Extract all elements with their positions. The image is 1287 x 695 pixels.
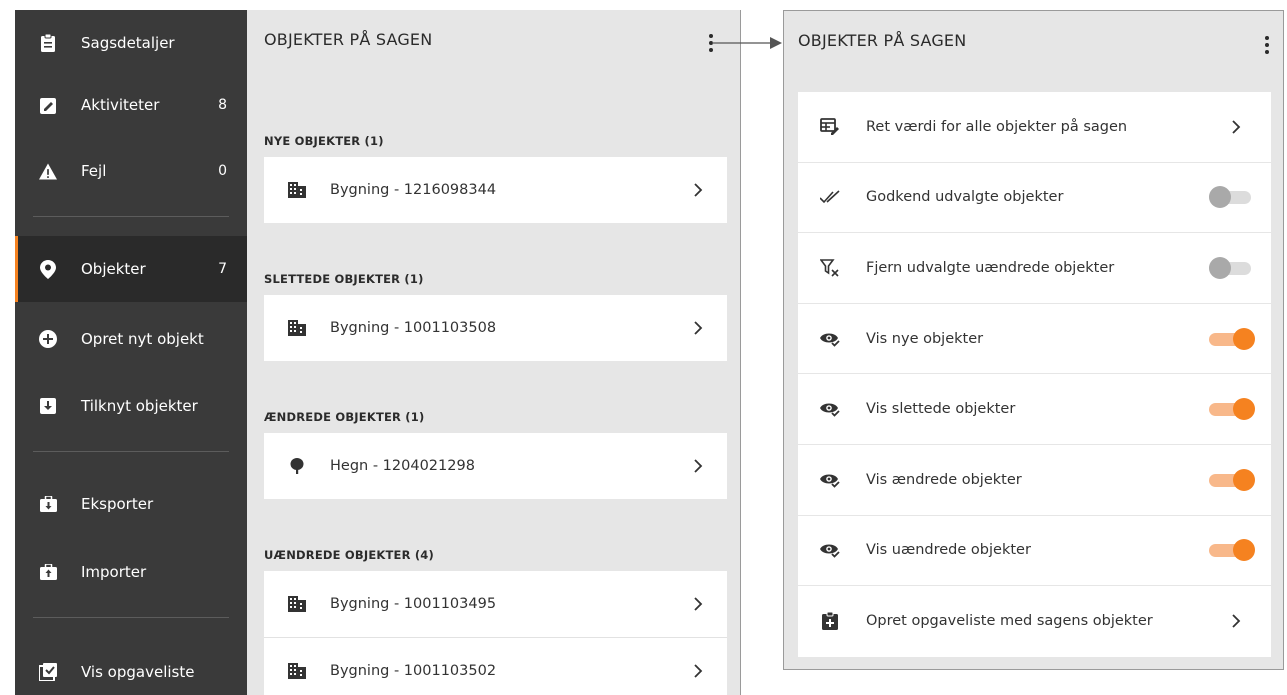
chevron-right-icon (694, 321, 703, 335)
menu-item-label: Vis nye objekter (866, 330, 984, 347)
eye-check-icon (820, 329, 840, 349)
menu-item-label: Vis slettede objekter (866, 401, 1016, 418)
edit-icon (39, 96, 57, 114)
eye-check-icon (820, 540, 840, 560)
object-item[interactable]: Bygning - 1001103495 (264, 571, 727, 637)
sidebar-item-vis-opgaveliste[interactable]: Vis opgaveliste (15, 639, 247, 695)
object-count: 7 (218, 261, 227, 277)
options-menu: Ret værdi for alle objekter på sagen God… (798, 92, 1271, 657)
filter-remove-icon (820, 258, 840, 278)
building-icon (288, 595, 306, 613)
import-briefcase-icon (39, 563, 57, 581)
menu-item-remove-unchanged[interactable]: Fjern udvalgte uændrede objekter (798, 233, 1271, 304)
sidebar-divider (33, 451, 229, 452)
chevron-right-icon (694, 597, 703, 611)
object-label: Hegn - 1204021298 (330, 458, 475, 474)
sidebar-item-label: Aktiviteter (81, 96, 160, 114)
download-box-icon (39, 397, 57, 415)
menu-item-show-unchanged[interactable]: Vis uændrede objekter (798, 516, 1271, 587)
menu-item-show-new[interactable]: Vis nye objekter (798, 304, 1271, 375)
sidebar-item-objekter[interactable]: Objekter 7 (15, 236, 247, 302)
error-count: 0 (218, 163, 227, 179)
menu-item-create-task-list[interactable]: Opret opgaveliste med sagens objekter (798, 586, 1271, 657)
toggle-approve-selected[interactable] (1209, 186, 1255, 209)
menu-item-label: Opret opgaveliste med sagens objekter (866, 613, 1153, 630)
object-label: Bygning - 1001103508 (330, 320, 497, 336)
sidebar-item-tilknyt-objekter[interactable]: Tilknyt objekter (15, 373, 247, 439)
more-options-icon[interactable] (1261, 35, 1273, 55)
menu-item-label: Ret værdi for alle objekter på sagen (866, 118, 1128, 135)
object-item[interactable]: Bygning - 1216098344 (264, 157, 727, 223)
toggle-show-deleted[interactable] (1209, 398, 1255, 421)
double-check-icon (820, 187, 840, 207)
tree-icon (288, 457, 306, 475)
options-panel: OBJEKTER PÅ SAGEN Ret værdi for alle obj… (783, 10, 1284, 670)
sidebar-item-label: Eksporter (81, 495, 154, 513)
menu-item-label: Godkend udvalgte objekter (866, 189, 1064, 206)
object-item[interactable]: Hegn - 1204021298 (264, 433, 727, 499)
sidebar: Sagsdetaljer Aktiviteter 8 Fejl 0 Objekt… (15, 10, 247, 695)
menu-item-show-deleted[interactable]: Vis slettede objekter (798, 374, 1271, 445)
clipboard-icon (39, 34, 57, 52)
sidebar-item-label: Tilknyt objekter (81, 397, 198, 415)
export-briefcase-icon (39, 495, 57, 513)
menu-item-label: Fjern udvalgte uændrede objekter (866, 259, 1115, 276)
chevron-right-icon (1232, 614, 1241, 629)
sidebar-item-label: Sagsdetaljer (81, 34, 175, 52)
section-heading-changed: ÆNDREDE OBJEKTER (1) (264, 410, 425, 424)
map-pin-icon (39, 259, 57, 279)
sidebar-item-label: Opret nyt objekt (81, 330, 204, 348)
menu-item-show-changed[interactable]: Vis ændrede objekter (798, 445, 1271, 516)
table-edit-icon (820, 117, 840, 137)
connector-arrow-icon (712, 37, 782, 49)
menu-item-label: Vis ændrede objekter (866, 471, 1022, 488)
sidebar-item-label: Importer (81, 563, 147, 581)
toggle-remove-unchanged[interactable] (1209, 256, 1255, 279)
sidebar-item-importer[interactable]: Importer (15, 539, 247, 605)
plus-circle-icon (39, 330, 57, 348)
sidebar-divider (33, 216, 229, 217)
object-label: Bygning - 1001103502 (330, 663, 497, 679)
eye-check-icon (820, 399, 840, 419)
toggle-show-new[interactable] (1209, 327, 1255, 350)
sidebar-divider (33, 617, 229, 618)
building-icon (288, 181, 306, 199)
eye-check-icon (820, 470, 840, 490)
object-label: Bygning - 1216098344 (330, 182, 497, 198)
building-icon (288, 319, 306, 337)
object-label: Bygning - 1001103495 (330, 596, 497, 612)
clipboard-plus-icon (820, 611, 840, 631)
objects-panel: OBJEKTER PÅ SAGEN NYE OBJEKTER (1) Bygni… (247, 10, 741, 695)
object-item[interactable]: Bygning - 1001103508 (264, 295, 727, 361)
panel-title: OBJEKTER PÅ SAGEN (798, 31, 967, 50)
menu-item-approve-selected[interactable]: Godkend udvalgte objekter (798, 163, 1271, 234)
sidebar-item-sagsdetaljer[interactable]: Sagsdetaljer (15, 10, 247, 76)
sidebar-item-label: Fejl (81, 162, 107, 180)
chevron-right-icon (694, 183, 703, 197)
panel-title: OBJEKTER PÅ SAGEN (264, 30, 433, 49)
sidebar-item-fejl[interactable]: Fejl 0 (15, 138, 247, 204)
sidebar-item-eksporter[interactable]: Eksporter (15, 471, 247, 537)
sidebar-item-label: Vis opgaveliste (81, 663, 195, 681)
toggle-show-unchanged[interactable] (1209, 539, 1255, 562)
checklist-icon (39, 663, 57, 681)
chevron-right-icon (694, 459, 703, 473)
chevron-right-icon (1232, 120, 1241, 134)
object-item[interactable]: Bygning - 1001103502 (264, 638, 727, 695)
sidebar-item-label: Objekter (81, 260, 146, 278)
menu-item-label: Vis uændrede objekter (866, 542, 1031, 559)
toggle-show-changed[interactable] (1209, 468, 1255, 491)
sidebar-item-opret-nyt-objekt[interactable]: Opret nyt objekt (15, 306, 247, 372)
warning-icon (39, 162, 57, 180)
building-icon (288, 662, 306, 680)
section-heading-deleted: SLETTEDE OBJEKTER (1) (264, 272, 424, 286)
section-heading-new: NYE OBJEKTER (1) (264, 134, 384, 148)
menu-item-edit-all-values[interactable]: Ret værdi for alle objekter på sagen (798, 92, 1271, 163)
section-heading-unchanged: UÆNDREDE OBJEKTER (4) (264, 548, 434, 562)
activity-count: 8 (218, 97, 227, 113)
chevron-right-icon (694, 664, 703, 678)
sidebar-item-aktiviteter[interactable]: Aktiviteter 8 (15, 72, 247, 138)
